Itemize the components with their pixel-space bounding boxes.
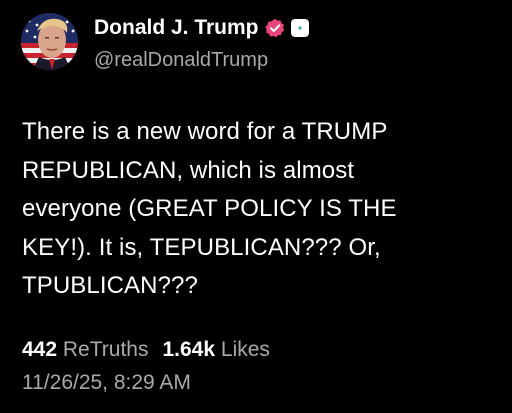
likes-count[interactable]: 1.64k bbox=[162, 338, 215, 361]
author-handle[interactable]: @realDonaldTrump bbox=[94, 47, 268, 73]
author-display-name[interactable]: Donald J. Trump bbox=[94, 14, 259, 42]
avatar-image bbox=[21, 13, 78, 70]
post-stats: 442 ReTruths 1.64k Likes bbox=[22, 336, 270, 364]
likes-label[interactable]: Likes bbox=[221, 338, 270, 361]
author-name-row: Donald J. Trump bbox=[94, 14, 309, 42]
verified-badge-icon bbox=[264, 18, 285, 38]
post-card: Donald J. Trump @realDonaldTrump There i… bbox=[0, 0, 512, 413]
post-text: There is a new word for a TRUMP REPUBLIC… bbox=[22, 118, 397, 299]
affiliation-badge-icon bbox=[290, 19, 309, 37]
retruths-count[interactable]: 442 bbox=[22, 338, 57, 361]
avatar[interactable] bbox=[21, 13, 78, 70]
retruths-label[interactable]: ReTruths bbox=[63, 338, 149, 361]
post-timestamp[interactable]: 11/26/25, 8:29 AM bbox=[22, 369, 191, 397]
